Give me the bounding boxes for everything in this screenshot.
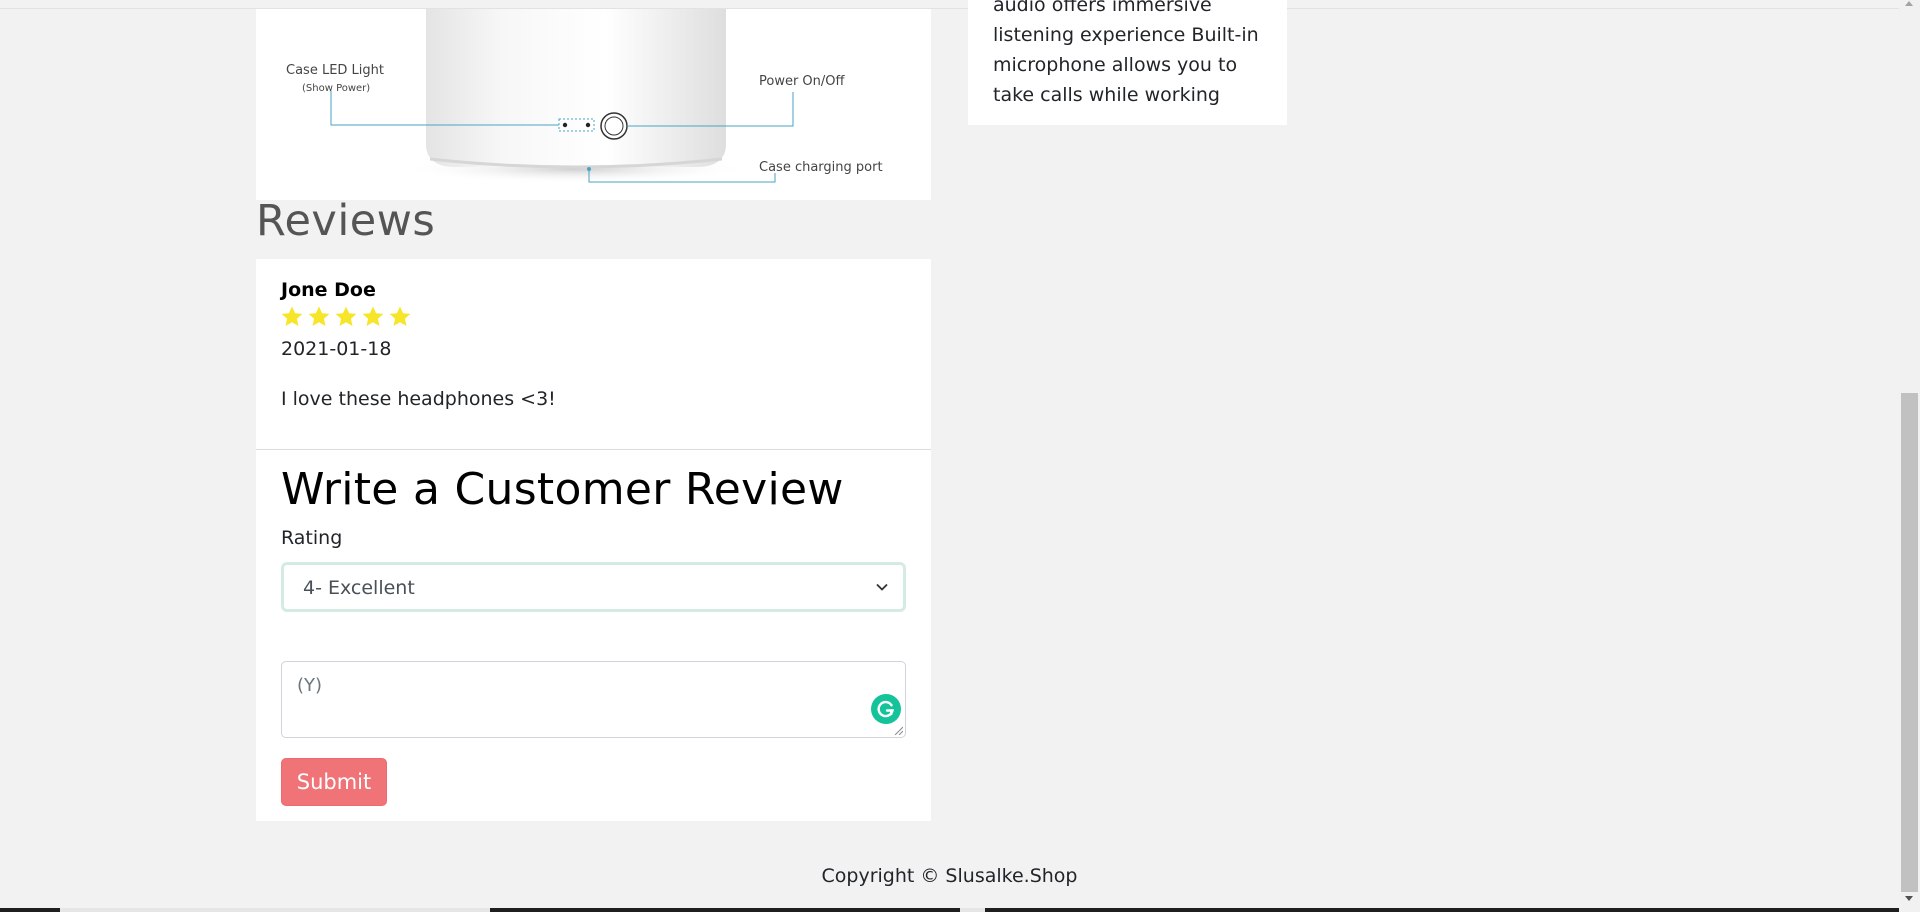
- review-form-title: Write a Customer Review: [281, 464, 844, 515]
- star-icon: [362, 306, 384, 326]
- review-item: Jone Doe 2021-01-18 I love these headpho…: [256, 259, 931, 450]
- scroll-down-arrow-icon[interactable]: [1905, 896, 1913, 901]
- scroll-up-arrow-icon[interactable]: [1905, 1, 1913, 6]
- taskbar-segment: [0, 908, 60, 912]
- resize-handle-icon[interactable]: [893, 725, 903, 735]
- review-rating: [280, 305, 412, 329]
- review-text: I love these headphones <3!: [281, 388, 556, 410]
- star-icon: [281, 306, 303, 326]
- review-date: 2021-01-18: [281, 338, 392, 360]
- grammarly-icon[interactable]: [871, 694, 901, 724]
- callout-case-charging-port: Case charging port: [759, 160, 883, 175]
- reviews-heading: Reviews: [256, 196, 436, 246]
- product-description-text: audio offers immersive listening experie…: [993, 0, 1259, 106]
- taskbar-segment: [490, 908, 960, 912]
- submit-button[interactable]: Submit: [281, 758, 387, 806]
- review-comment-textarea[interactable]: (Y): [281, 661, 906, 738]
- callout-power-on-off: Power On/Off: [759, 74, 846, 89]
- product-diagram-image: Case LED Light (Show Power) Power On/Off…: [256, 9, 931, 200]
- footer-copyright: Copyright © Slusalke.Shop: [821, 865, 1078, 887]
- charging-case-shape: [426, 9, 726, 167]
- callout-case-led-light: Case LED Light: [286, 63, 384, 78]
- star-icon: [335, 306, 357, 326]
- rating-select-value: 4- Excellent: [303, 577, 415, 599]
- taskbar-segment: [985, 908, 1899, 912]
- review-comment-placeholder: (Y): [297, 675, 323, 696]
- star-icon: [308, 306, 330, 326]
- rating-select[interactable]: 4- Excellent: [281, 562, 906, 612]
- scrollbar-thumb[interactable]: [1901, 393, 1918, 892]
- review-author: Jone Doe: [281, 279, 376, 301]
- rating-label: Rating: [281, 527, 343, 549]
- star-icon: [389, 306, 411, 326]
- product-description-card: audio offers immersive listening experie…: [968, 0, 1287, 125]
- review-form: Write a Customer Review Rating 4- Excell…: [256, 450, 931, 821]
- callout-show-power: (Show Power): [302, 83, 370, 94]
- chevron-down-icon: [876, 583, 888, 591]
